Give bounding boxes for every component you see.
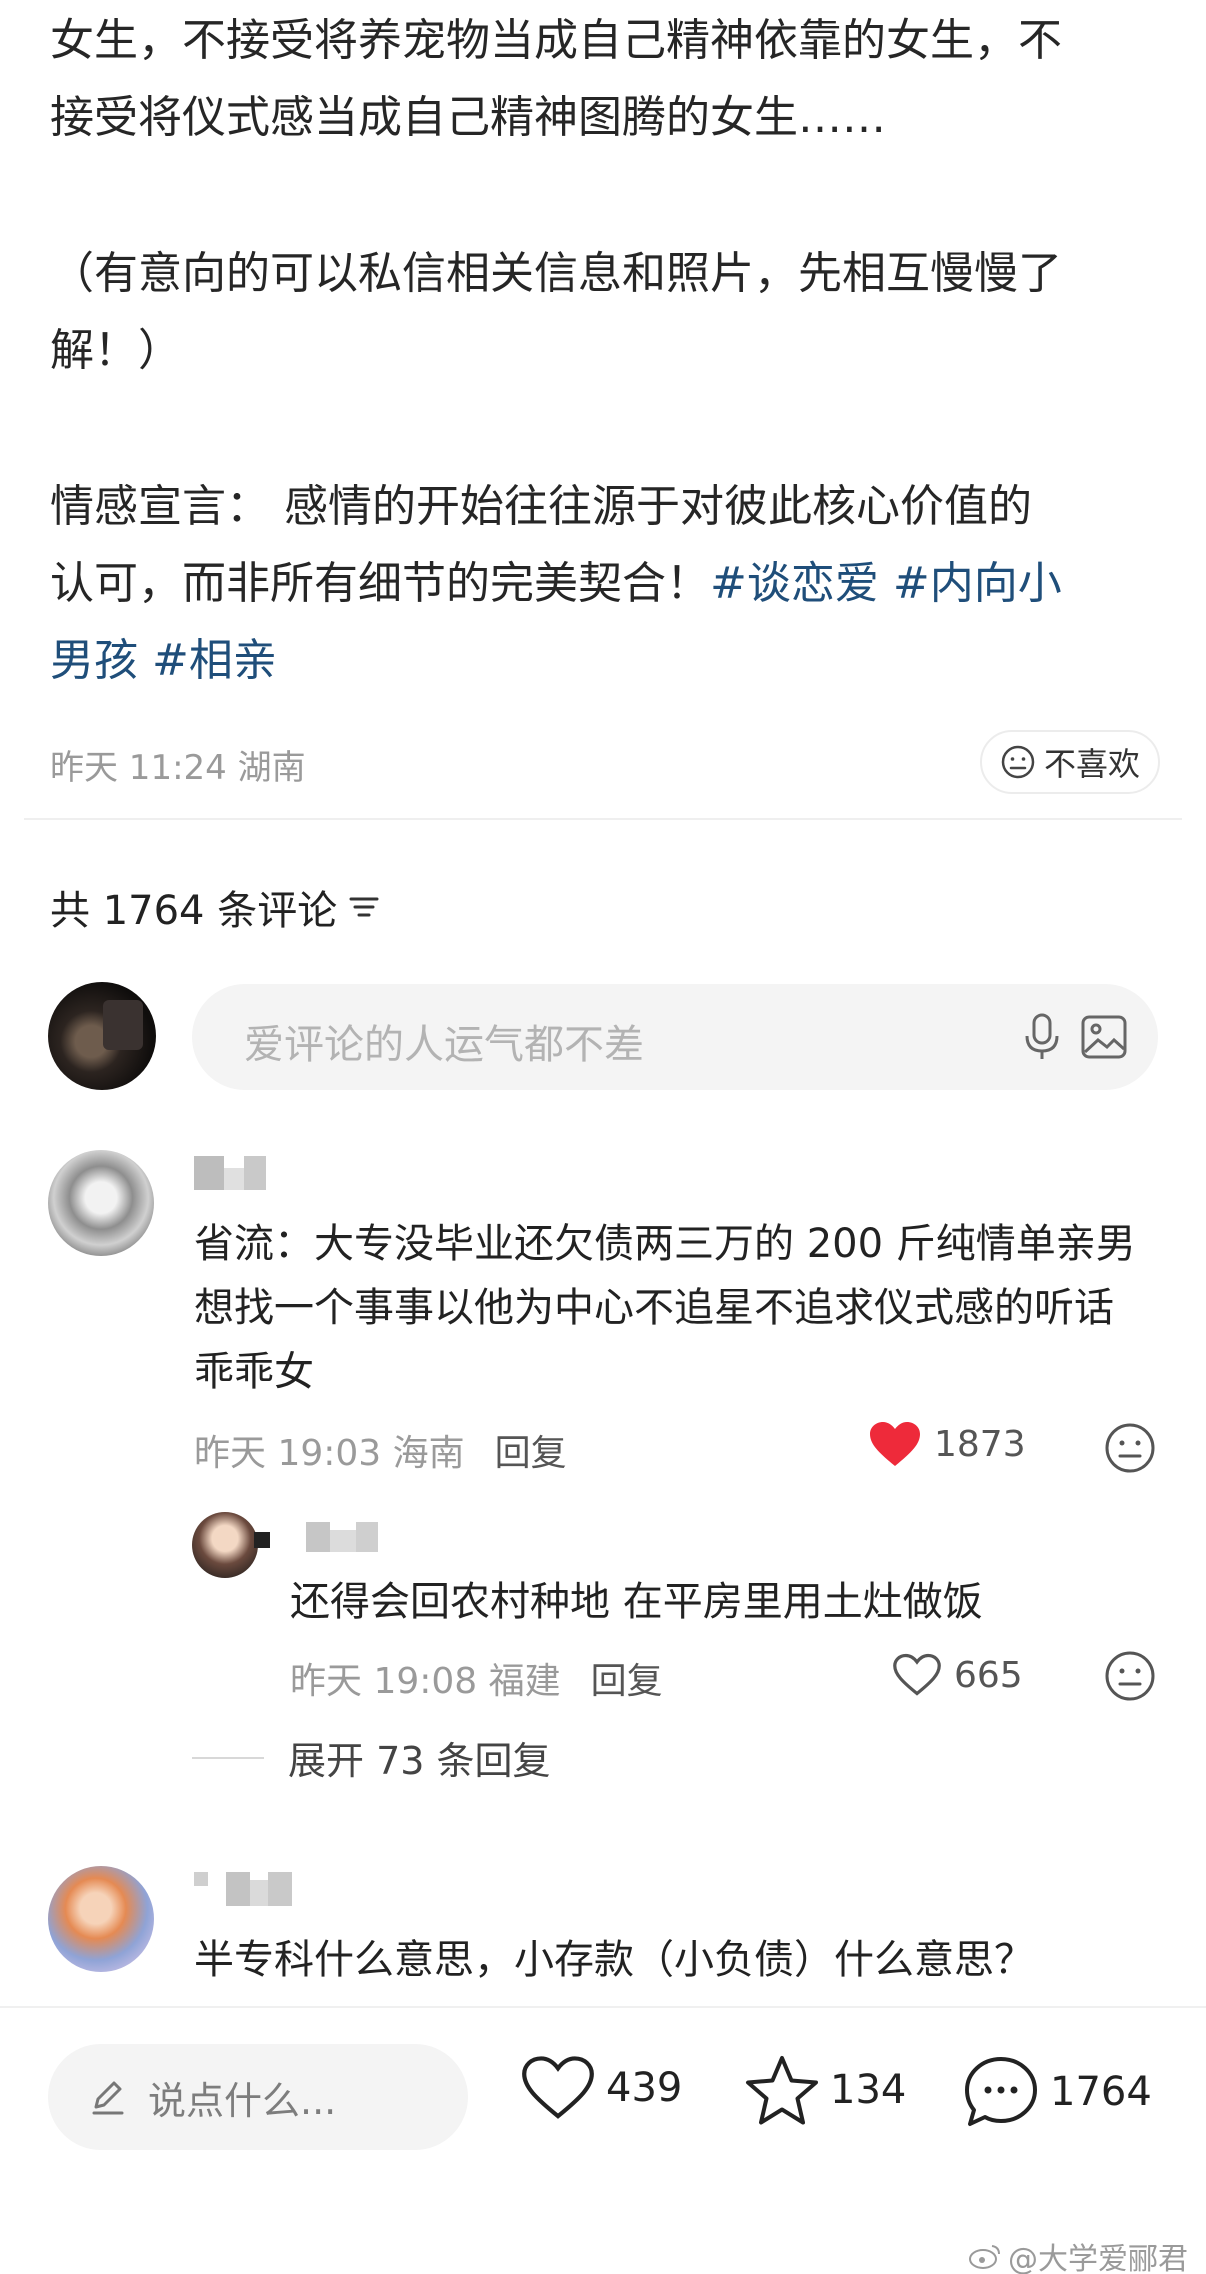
heart-filled-icon	[870, 1422, 920, 1466]
comment-meta: 昨天 19:03 海南 回复	[194, 1424, 567, 1476]
comment-text: 还得会回农村种地 在平房里用土灶做饭	[290, 1570, 983, 1634]
favorite-button[interactable]: 134	[744, 2054, 906, 2126]
post-line: （有意向的可以私信相关信息和照片，先相互慢慢了	[50, 248, 1062, 299]
divider	[24, 818, 1182, 820]
hashtag-link[interactable]: 男孩	[50, 635, 138, 686]
divider	[192, 1756, 264, 1759]
like-post-button[interactable]: 439	[520, 2054, 682, 2122]
comment-input-placeholder: 爱评论的人运气都不差	[244, 1022, 644, 1068]
comment-text: 半专科什么意思，小存款（小负债）什么意思？	[194, 1928, 1034, 1992]
hashtag-link[interactable]: #相亲	[152, 635, 277, 686]
post-line: 情感宣言： 感情的开始往往源于对彼此核心价值的	[50, 481, 1032, 532]
chat-bubble-icon	[965, 2057, 1037, 2126]
watermark: @大学爱郦君	[968, 2234, 1188, 2274]
post-line: 男孩 #相亲	[50, 622, 1160, 699]
reply-button[interactable]: 回复	[591, 1652, 663, 1704]
weibo-logo-icon	[969, 2245, 1000, 2269]
like-button[interactable]: 665	[892, 1652, 1023, 1698]
username-blurred[interactable]	[254, 1522, 378, 1556]
avatar[interactable]	[48, 1866, 154, 1972]
post-comment-count: 1764	[1050, 2069, 1152, 2115]
heart-outline-icon	[522, 2056, 594, 2119]
comment-input[interactable]: 爱评论的人运气都不差	[192, 984, 1158, 1090]
comment-time: 昨天 19:03 海南	[194, 1433, 465, 1474]
hashtag-link[interactable]: #内向小	[893, 558, 1062, 609]
neutral-face-icon[interactable]	[1104, 1650, 1156, 1702]
comment-line: 乖乖女	[194, 1349, 314, 1395]
say-something-input[interactable]: 说点什么...	[48, 2044, 468, 2150]
like-count: 665	[954, 1654, 1023, 1696]
image-icon[interactable]	[1080, 1014, 1128, 1060]
post-line: 女生，不接受将养宠物当成自己精神依靠的女生，不	[50, 15, 1062, 66]
sort-icon[interactable]	[347, 890, 381, 924]
watermark-text: @大学爱郦君	[1008, 2242, 1188, 2274]
like-count: 1873	[934, 1423, 1026, 1465]
comment-line: 省流：大专没毕业还欠债两三万的 200 斤纯情单亲男	[194, 1221, 1136, 1267]
post-line: 接受将仪式感当成自己精神图腾的女生……	[50, 92, 886, 143]
post-meta: 昨天 11:24 湖南	[50, 748, 306, 788]
like-button[interactable]: 1873	[868, 1420, 1026, 1468]
comments-button[interactable]: 1764	[962, 2054, 1152, 2130]
post-line: 解！）	[50, 325, 182, 376]
post-like-count: 439	[606, 2065, 683, 2111]
comment-meta: 昨天 19:08 福建 回复	[290, 1652, 663, 1704]
reply-button[interactable]: 回复	[495, 1424, 567, 1476]
star-outline-icon	[746, 2056, 818, 2125]
microphone-icon[interactable]	[1022, 1012, 1062, 1062]
post-line-text: 认可，而非所有细节的完美契合！	[50, 558, 710, 609]
comment-text: 省流：大专没毕业还欠债两三万的 200 斤纯情单亲男 想找一个事事以他为中心不追…	[194, 1212, 1136, 1404]
comment-input-row: 爱评论的人运气都不差	[48, 982, 1160, 1092]
avatar[interactable]	[192, 1512, 258, 1578]
say-something-placeholder: 说点什么...	[148, 2078, 337, 2123]
comment-time: 昨天 19:08 福建	[290, 1661, 561, 1702]
bottom-action-bar: 说点什么... 439 134 1764 @大学爱郦君	[0, 2006, 1206, 2274]
post-meta-row: 昨天 11:24 湖南 不喜欢	[50, 730, 1160, 794]
comment-line: 想找一个事事以他为中心不追星不追求仪式感的听话	[194, 1285, 1114, 1331]
neutral-face-icon	[1001, 745, 1035, 779]
username-blurred[interactable]	[194, 1156, 266, 1190]
comment-count-title: 共 1764 条评论	[50, 888, 338, 934]
pencil-icon	[92, 2081, 124, 2115]
favorite-count: 134	[830, 2067, 907, 2113]
expand-replies-button[interactable]: 展开 73 条回复	[192, 1730, 551, 1785]
heart-outline-icon	[893, 1653, 941, 1696]
hashtag-link[interactable]: #谈恋爱	[710, 558, 879, 609]
username-blurred[interactable]	[194, 1872, 292, 1906]
dislike-label: 不喜欢	[1043, 745, 1140, 783]
avatar[interactable]	[48, 1150, 154, 1256]
post-body: 女生，不接受将养宠物当成自己精神依靠的女生，不 接受将仪式感当成自己精神图腾的女…	[50, 0, 1160, 699]
expand-replies-label: 展开 73 条回复	[288, 1739, 551, 1783]
comment-line: 半专科什么意思，小存款（小负债）什么意思？	[194, 1937, 1034, 1983]
dislike-button[interactable]: 不喜欢	[979, 730, 1160, 794]
post-line: 认可，而非所有细节的完美契合！#谈恋爱 #内向小	[50, 545, 1160, 622]
comment-count-header: 共 1764 条评论	[50, 878, 381, 936]
comment-line: 还得会回农村种地 在平房里用土灶做饭	[290, 1579, 983, 1625]
neutral-face-icon[interactable]	[1104, 1422, 1156, 1474]
avatar[interactable]	[48, 982, 156, 1090]
